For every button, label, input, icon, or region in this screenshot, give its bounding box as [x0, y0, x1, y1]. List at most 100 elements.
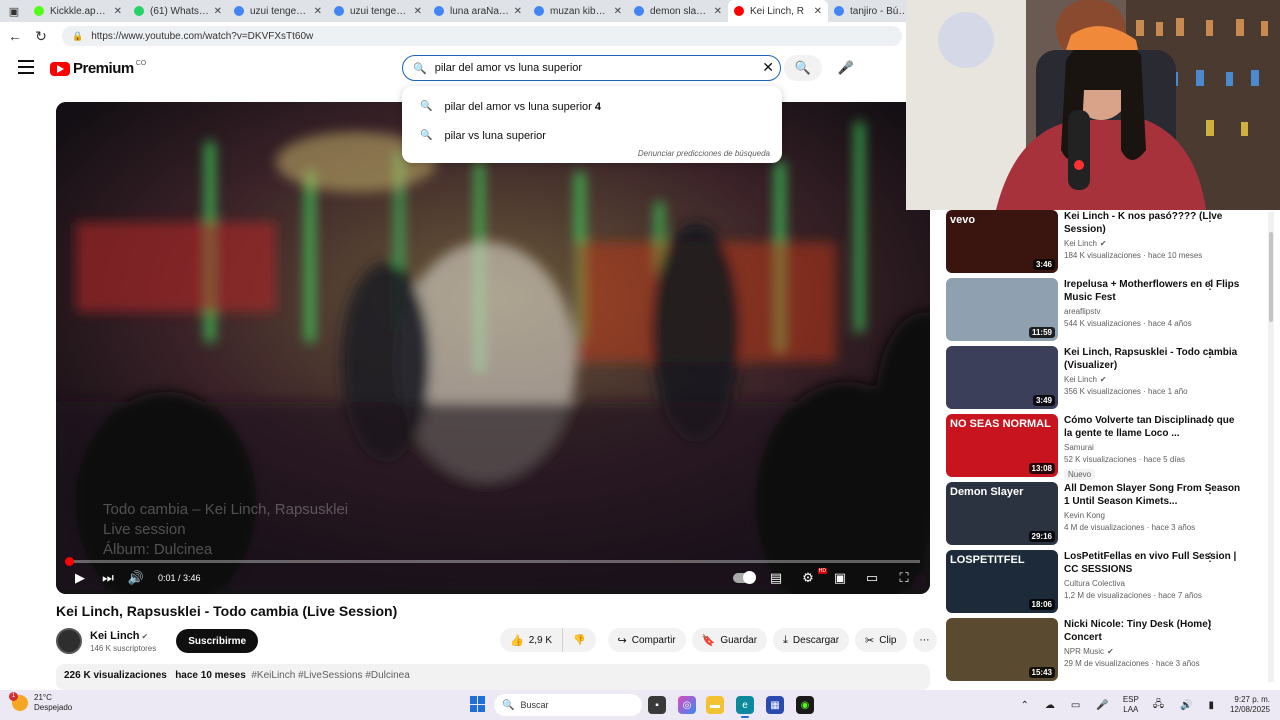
video-thumbnail[interactable]: Demon Slayer 29:16 [946, 482, 1058, 545]
recommendation-item[interactable]: Demon Slayer 29:16 All Demon Slayer Song F… [946, 482, 1266, 546]
play-icon[interactable]: ▶ [66, 562, 94, 594]
browser-tab[interactable]: uzui tengen - Bú ✕ [228, 0, 328, 22]
recommendation-item[interactable]: vevo 3:46 Kei Linch - K nos pasó???? (Live… [946, 210, 1266, 274]
more-options-icon[interactable]: ⋮ [1204, 550, 1216, 564]
clear-icon[interactable]: ✕ [762, 59, 774, 76]
video-thumbnail[interactable]: 15:43 [946, 618, 1058, 681]
channel-avatar[interactable] [56, 628, 82, 654]
subscribe-button[interactable]: Suscribirme [176, 629, 259, 653]
subtitles-icon[interactable]: ▤ [760, 562, 792, 594]
clip-button[interactable]: ✂ Clip [855, 628, 907, 652]
download-button[interactable]: ⤓ Descargar [773, 628, 850, 652]
cloud-icon[interactable]: ☁ [1045, 700, 1055, 711]
recommendation-channel[interactable]: Kei Linch [1064, 239, 1097, 248]
back-icon[interactable]: ← [4, 25, 26, 47]
dislike-button[interactable]: 👎 [563, 628, 596, 652]
recommendation-channel[interactable]: Cultura Colectiva [1064, 579, 1125, 588]
more-options-icon[interactable]: ⋮ [1204, 278, 1216, 292]
more-options-icon[interactable]: ⋮ [1204, 346, 1216, 360]
more-actions-button[interactable]: ⋯ [912, 628, 937, 652]
next-icon[interactable]: ⏭ [94, 562, 122, 594]
video-thumbnail[interactable]: NO SEAS NORMAL 13:08 [946, 414, 1058, 477]
suggestion-item[interactable]: 🔍 pilar vs luna superior [402, 121, 782, 150]
browser-tab[interactable]: Kickkle.app - Kick ✕ [28, 0, 128, 22]
video-thumbnail[interactable]: LOSPETITFEL 18:06 [946, 550, 1058, 613]
display-icon[interactable]: ▭ [1071, 700, 1080, 711]
autoplay-toggle[interactable] [728, 562, 760, 594]
recommendation-item[interactable]: 15:43 Nicki Nicole: Tiny Desk (Home) Conc… [946, 618, 1266, 682]
recommendation-item[interactable]: NO SEAS NORMAL 13:08 Cómo Volverte tan Dis… [946, 414, 1266, 480]
weather-widget[interactable]: 1 21°C Despejado [9, 692, 72, 713]
more-options-icon[interactable]: ⋮ [1204, 210, 1216, 224]
more-options-icon[interactable]: ⋮ [1204, 414, 1216, 428]
kick-app-icon[interactable]: ◉ [796, 696, 814, 714]
channel-name[interactable]: Kei Linch [90, 630, 140, 642]
more-options-icon[interactable]: ⋮ [1204, 618, 1216, 632]
windows-start-icon[interactable] [470, 696, 486, 712]
tab-close-icon[interactable]: ✕ [414, 6, 422, 17]
tab-close-icon[interactable]: ✕ [214, 6, 222, 17]
search-input[interactable] [434, 62, 755, 74]
browser-tab[interactable]: luna araÑa dem ✕ [428, 0, 528, 22]
hashtags[interactable]: #KeiLinch #LiveSessions #Dulcinea [251, 670, 409, 681]
recommendation-title[interactable]: LosPetitFellas en vivo Full Session | CC… [1064, 550, 1244, 576]
recommendation-channel[interactable]: Samurai [1064, 443, 1094, 452]
save-button[interactable]: 🔖 Guardar [691, 628, 768, 652]
settings-icon[interactable]: ⚙ HD [792, 562, 827, 594]
recommendation-item[interactable]: 3:49 Kei Linch, Rapsusklei - Todo cambia … [946, 346, 1266, 410]
like-button[interactable]: 👍 2,9 K [500, 628, 564, 652]
browser-tab[interactable]: (61) WhatsApp ✕ [128, 0, 228, 22]
taskbar-search[interactable]: 🔍 Buscar [494, 694, 642, 716]
menu-icon[interactable] [18, 60, 34, 74]
sidebar-scrollbar[interactable] [1268, 212, 1274, 682]
browser-tab[interactable]: muzan kibutsuji ✕ [528, 0, 628, 22]
recommendation-item[interactable]: LOSPETITFEL 18:06 LosPetitFellas en vivo F… [946, 550, 1266, 614]
tab-menu-icon[interactable]: ▣ [0, 0, 28, 22]
system-clock[interactable]: 9:27 p. m. 12/08/2025 [1230, 695, 1270, 715]
tab-close-icon[interactable]: ✕ [814, 6, 822, 17]
recommendation-channel[interactable]: NPR Music [1064, 647, 1104, 656]
browser-tab[interactable]: demon slayer - ✕ [628, 0, 728, 22]
scrollbar-thumb[interactable] [1269, 232, 1273, 322]
youtube-logo[interactable]: Premium CO [50, 60, 146, 77]
recommendation-channel[interactable]: areaflipstv [1064, 307, 1100, 316]
edge-browser-icon[interactable]: e [736, 696, 754, 718]
tab-close-icon[interactable]: ✕ [514, 6, 522, 17]
mic-icon[interactable]: 🎤 [1096, 700, 1108, 711]
volume-icon[interactable]: 🔊 [1180, 700, 1192, 711]
browser-tab[interactable]: Kei Linch, R ✕ [728, 0, 828, 22]
more-options-icon[interactable]: ⋮ [1204, 482, 1216, 496]
recommendation-title[interactable]: Nicki Nicole: Tiny Desk (Home) Concert [1064, 618, 1244, 644]
video-thumbnail[interactable]: vevo 3:46 [946, 210, 1058, 273]
video-thumbnail[interactable]: 3:49 [946, 346, 1058, 409]
address-bar[interactable]: 🔒 https://www.youtube.com/watch?v=DKVFXs… [62, 26, 902, 46]
battery-icon[interactable]: ▮ [1208, 700, 1214, 711]
search-button[interactable]: 🔍 [784, 55, 822, 81]
voice-search-button[interactable]: 🎤 [832, 55, 860, 81]
recommendation-channel[interactable]: Kei Linch [1064, 375, 1097, 384]
theater-mode-icon[interactable]: ▭ [856, 562, 888, 594]
chevron-up-icon[interactable]: ⌃ [1021, 700, 1029, 711]
store-icon[interactable]: ▦ [766, 696, 784, 714]
video-thumbnail[interactable]: 11:59 [946, 278, 1058, 341]
recommendation-title[interactable]: Kei Linch - K nos pasó???? (Live Session… [1064, 210, 1244, 236]
video-description[interactable]: 226 K visualizaciones hace 10 meses #Kei… [56, 664, 930, 690]
tab-close-icon[interactable]: ✕ [114, 6, 122, 17]
reload-icon[interactable]: ↻ [30, 25, 52, 47]
recommendation-channel[interactable]: Kevin Kong [1064, 511, 1105, 520]
tab-close-icon[interactable]: ✕ [614, 6, 622, 17]
fullscreen-icon[interactable]: ⛶ [888, 562, 920, 594]
tab-close-icon[interactable]: ✕ [714, 6, 722, 17]
suggestion-item[interactable]: 🔍 pilar del amor vs luna superior 4 [402, 92, 782, 121]
miniplayer-icon[interactable]: ▣ [824, 562, 856, 594]
tab-close-icon[interactable]: ✕ [314, 6, 322, 17]
recommendation-title[interactable]: Cómo Volverte tan Disciplinado que la ge… [1064, 414, 1244, 440]
share-button[interactable]: ↪ Compartir [607, 628, 686, 652]
language-indicator[interactable]: ESP LAA [1123, 695, 1139, 715]
recommendation-item[interactable]: 11:59 Irepelusa + Motherflowers en el Fli… [946, 278, 1266, 342]
browser-tab[interactable]: uzui tengen - Bú ✕ [328, 0, 428, 22]
recommendation-title[interactable]: Irepelusa + Motherflowers en el Flips Mu… [1064, 278, 1244, 304]
task-view-icon[interactable]: ▪ [648, 696, 666, 714]
copilot-icon[interactable]: ◎ [678, 696, 696, 714]
recommendation-title[interactable]: All Demon Slayer Song From Season 1 Unti… [1064, 482, 1244, 508]
